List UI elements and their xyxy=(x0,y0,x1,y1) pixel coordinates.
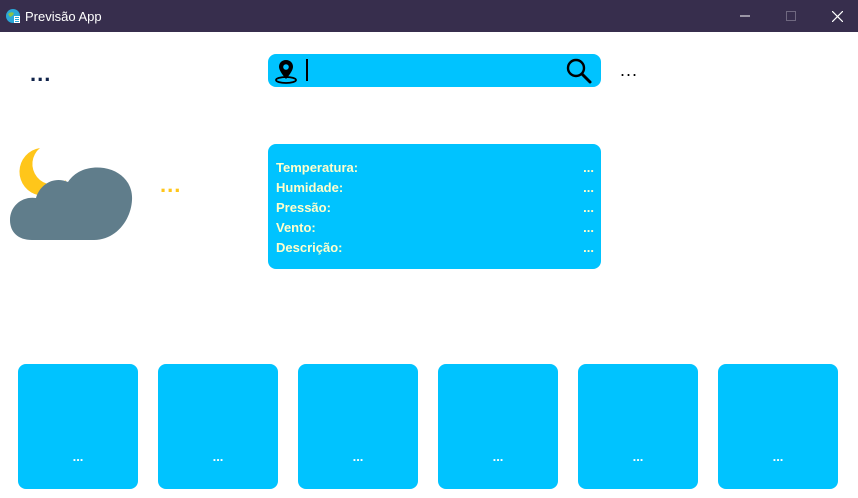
time-label: ... xyxy=(620,60,639,80)
location-pin-icon xyxy=(275,60,297,84)
city-label: ... xyxy=(30,61,52,86)
minimize-icon xyxy=(740,15,750,17)
minimize-button[interactable] xyxy=(722,0,768,32)
weather-details-panel: Temperatura: ... Humidade: ... Pressão: … xyxy=(268,144,601,269)
forecast-card[interactable]: ... xyxy=(158,364,278,489)
detail-row-descricao: Descrição: ... xyxy=(276,240,594,260)
maximize-button[interactable] xyxy=(768,0,814,32)
detail-label: Humidade: xyxy=(276,180,344,195)
detail-label: Descrição: xyxy=(276,240,343,255)
detail-label: Vento: xyxy=(276,220,316,235)
close-icon xyxy=(831,10,843,22)
detail-row-pressao: Pressão: ... xyxy=(276,200,594,220)
forecast-label: ... xyxy=(492,449,504,464)
forecast-label: ... xyxy=(72,449,84,464)
app-icon xyxy=(6,9,20,23)
search-bar xyxy=(268,54,601,87)
detail-row-vento: Vento: ... xyxy=(276,220,594,240)
window-title: Previsão App xyxy=(25,9,102,24)
forecast-label: ... xyxy=(352,449,364,464)
detail-value: ... xyxy=(583,160,594,175)
detail-label: Pressão: xyxy=(276,200,331,215)
detail-row-humidade: Humidade: ... xyxy=(276,180,594,200)
maximize-icon xyxy=(786,11,796,21)
forecast-label: ... xyxy=(212,449,224,464)
text-caret xyxy=(306,59,308,81)
detail-value: ... xyxy=(583,220,594,235)
detail-row-temperatura: Temperatura: ... xyxy=(276,160,594,180)
forecast-card[interactable]: ... xyxy=(578,364,698,489)
forecast-card[interactable]: ... xyxy=(298,364,418,489)
forecast-card[interactable]: ... xyxy=(18,364,138,489)
search-icon[interactable] xyxy=(565,57,593,85)
detail-value: ... xyxy=(583,240,594,255)
city-search-input[interactable] xyxy=(304,58,556,82)
close-button[interactable] xyxy=(814,0,858,32)
detail-value: ... xyxy=(583,180,594,195)
forecast-card[interactable]: ... xyxy=(438,364,558,489)
forecast-label: ... xyxy=(632,449,644,464)
condition-label: ... xyxy=(160,172,182,197)
detail-value: ... xyxy=(583,200,594,215)
forecast-card[interactable]: ... xyxy=(718,364,838,489)
detail-label: Temperatura: xyxy=(276,160,359,175)
forecast-label: ... xyxy=(772,449,784,464)
title-bar: Previsão App xyxy=(0,0,858,32)
moon-cloud-icon xyxy=(10,148,133,240)
